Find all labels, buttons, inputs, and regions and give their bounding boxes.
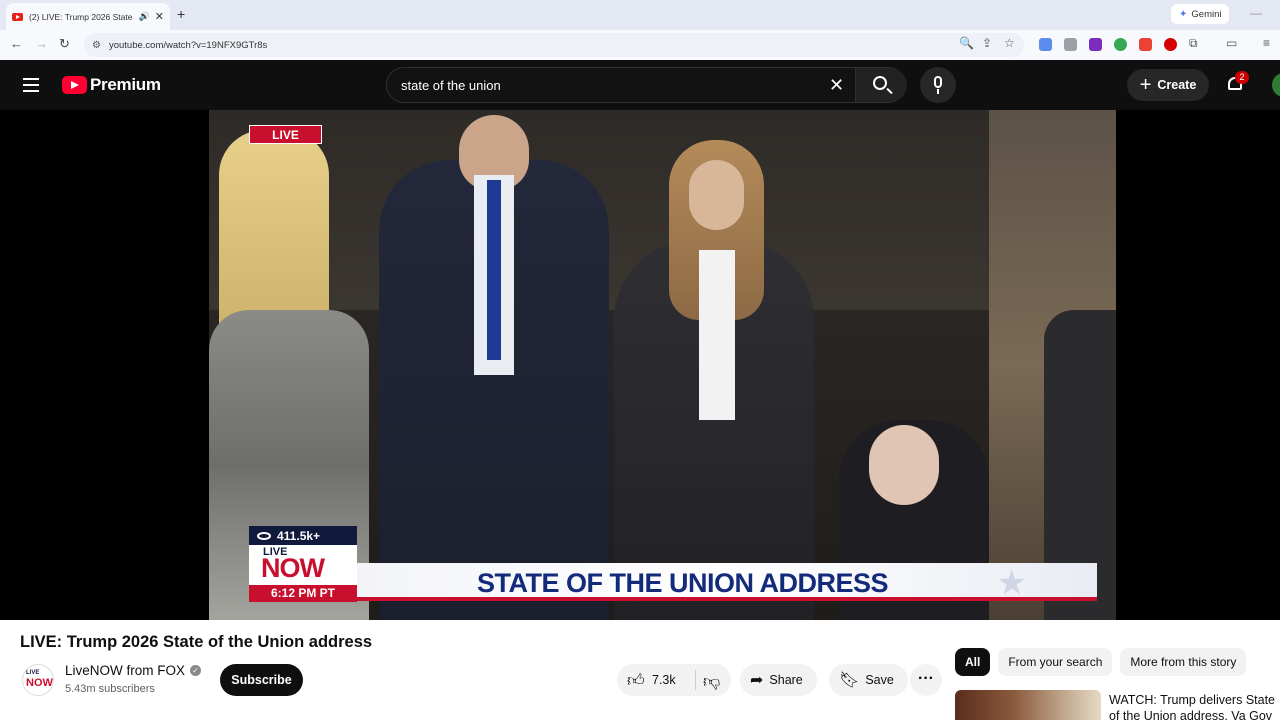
microphone-icon (934, 76, 942, 88)
search-icon (873, 76, 887, 90)
channel-avatar[interactable]: LIVE NOW (22, 664, 54, 696)
chip-all[interactable]: All (955, 648, 991, 676)
browser-menu-icon[interactable]: ≡ (1263, 36, 1270, 50)
livenow-logo: LIVE NOW (249, 545, 357, 585)
gemini-sparkle-icon: ✦ (1179, 8, 1188, 20)
thumbs-up-icon[interactable]: 👍︎ (627, 670, 645, 691)
chip-from-your-search[interactable]: From your search (998, 648, 1113, 676)
channel-name[interactable]: LiveNOW from FOX (65, 663, 185, 678)
logo-text: Premium (90, 75, 161, 94)
verified-check-icon: ✓ (190, 665, 202, 676)
new-tab-button[interactable]: + (177, 6, 185, 22)
thumbs-down-icon[interactable]: 👎︎ (703, 671, 720, 692)
create-button[interactable]: + Create (1127, 69, 1209, 101)
youtube-header: Premium state of the union ✕ + Create 2 (0, 60, 1280, 110)
zoom-icon[interactable]: 🔍 (959, 36, 974, 50)
save-label: Save (865, 673, 894, 687)
share-arrow-icon: ➦ (750, 672, 764, 689)
extension-1-icon[interactable] (1039, 38, 1052, 51)
plus-icon: + (1139, 74, 1152, 96)
create-label: Create (1157, 78, 1197, 92)
person-face (689, 160, 744, 230)
cast-icon[interactable]: ⇪ (982, 36, 992, 50)
extension-2-icon[interactable] (1064, 38, 1077, 51)
channel-avatar-live: LIVE (26, 670, 40, 676)
hamburger-menu-icon[interactable] (23, 78, 39, 92)
headline-text: STATE OF THE UNION ADDRESS (477, 568, 889, 598)
share-label: Share (769, 673, 803, 687)
recommended-video-thumbnail[interactable] (955, 690, 1101, 720)
browser-tab-strip: (2) LIVE: Trump 2026 State 🔊 ✕ + ✦ Gemin… (0, 0, 1280, 30)
account-avatar[interactable] (1272, 73, 1280, 97)
like-dislike-group: 👍︎ 7.3k 👎︎ (617, 664, 731, 696)
extension-5-icon[interactable] (1139, 38, 1152, 51)
related-filter-chips: All From your search More from this stor… (955, 648, 1247, 676)
seated-man-head (869, 425, 939, 505)
eye-icon (257, 531, 271, 540)
video-player[interactable]: LIVE 411.5k+ LIVE NOW 6:12 PM PT STATE O… (0, 110, 1280, 620)
recommended-video-title[interactable]: WATCH: Trump delivers State of the Union… (1109, 692, 1280, 720)
subscriber-count: 5.43m subscribers (65, 683, 155, 695)
extension-4-icon[interactable] (1114, 38, 1127, 51)
video-title: LIVE: Trump 2026 State of the Union addr… (20, 633, 373, 651)
livenow-logo-now: NOW (261, 553, 325, 583)
close-tab-icon[interactable]: ✕ (155, 10, 164, 23)
address-bar[interactable]: ⚙ youtube.com/watch?v=19NFX9GTr8s (84, 33, 1024, 57)
extension-3-icon[interactable] (1089, 38, 1102, 51)
blue-tie (487, 180, 501, 360)
gemini-label: Gemini (1191, 8, 1222, 20)
youtube-play-icon (62, 76, 87, 94)
forward-icon[interactable]: → (35, 36, 48, 51)
reload-icon[interactable]: ↻ (59, 36, 70, 52)
like-divider (695, 670, 696, 690)
news-lower-third: 411.5k+ LIVE NOW 6:12 PM PT STATE OF THE… (249, 526, 1097, 604)
tab-title: (2) LIVE: Trump 2026 State (29, 11, 133, 22)
star-icon: ★ (996, 564, 1027, 602)
youtube-premium-logo[interactable]: Premium (62, 75, 161, 95)
side-panel-icon[interactable]: ▭ (1226, 36, 1237, 50)
search-input[interactable]: state of the union (401, 78, 501, 93)
youtube-favicon-icon (12, 12, 23, 21)
voice-search-button[interactable] (920, 67, 956, 103)
gemini-button[interactable]: ✦ Gemini (1171, 4, 1230, 24)
channel-avatar-now: NOW (26, 677, 53, 689)
notification-badge: 2 (1235, 71, 1249, 84)
live-badge: LIVE (249, 125, 322, 144)
url-text: youtube.com/watch?v=19NFX9GTr8s (108, 39, 268, 51)
broadcast-time: 6:12 PM PT (249, 585, 357, 602)
more-actions-icon[interactable]: ··· (910, 664, 942, 696)
notifications-button[interactable]: 2 (1226, 71, 1249, 93)
live-viewers: 411.5k+ (249, 526, 357, 545)
bookmark-icon: 🔖︎ (839, 672, 860, 689)
white-blouse (699, 250, 735, 420)
site-settings-icon[interactable]: ⚙ (92, 40, 101, 51)
video-frame[interactable]: LIVE 411.5k+ LIVE NOW 6:12 PM PT STATE O… (209, 110, 1116, 620)
search-box[interactable]: state of the union ✕ (386, 67, 907, 103)
chip-more-from-this-story[interactable]: More from this story (1120, 648, 1247, 676)
minimize-window-icon[interactable]: — (1250, 6, 1262, 20)
channel-name-row[interactable]: LiveNOW from FOX ✓ (65, 663, 202, 678)
opera-extension-icon[interactable] (1164, 38, 1177, 51)
browser-tab-active[interactable]: (2) LIVE: Trump 2026 State 🔊 ✕ (6, 3, 170, 30)
browser-toolbar: ← → ↻ ⚙ youtube.com/watch?v=19NFX9GTr8s … (0, 30, 1280, 60)
viewer-count: 411.5k+ (277, 528, 321, 543)
headline-bar: STATE OF THE UNION ADDRESS ★ (357, 563, 1097, 602)
bookmark-star-icon[interactable]: ☆ (1004, 36, 1015, 50)
back-icon[interactable]: ← (10, 36, 23, 51)
like-count[interactable]: 7.3k (652, 673, 676, 687)
subscribe-button[interactable]: Subscribe (220, 664, 303, 696)
clear-search-icon[interactable]: ✕ (829, 75, 844, 96)
share-button[interactable]: ➦ Share (740, 664, 817, 696)
audio-playing-icon[interactable]: 🔊 (139, 11, 150, 22)
search-button[interactable] (855, 68, 907, 102)
extensions-puzzle-icon[interactable]: ⧉ (1189, 36, 1198, 51)
save-button[interactable]: 🔖︎ Save (829, 664, 908, 696)
microphone-stand (937, 89, 939, 94)
